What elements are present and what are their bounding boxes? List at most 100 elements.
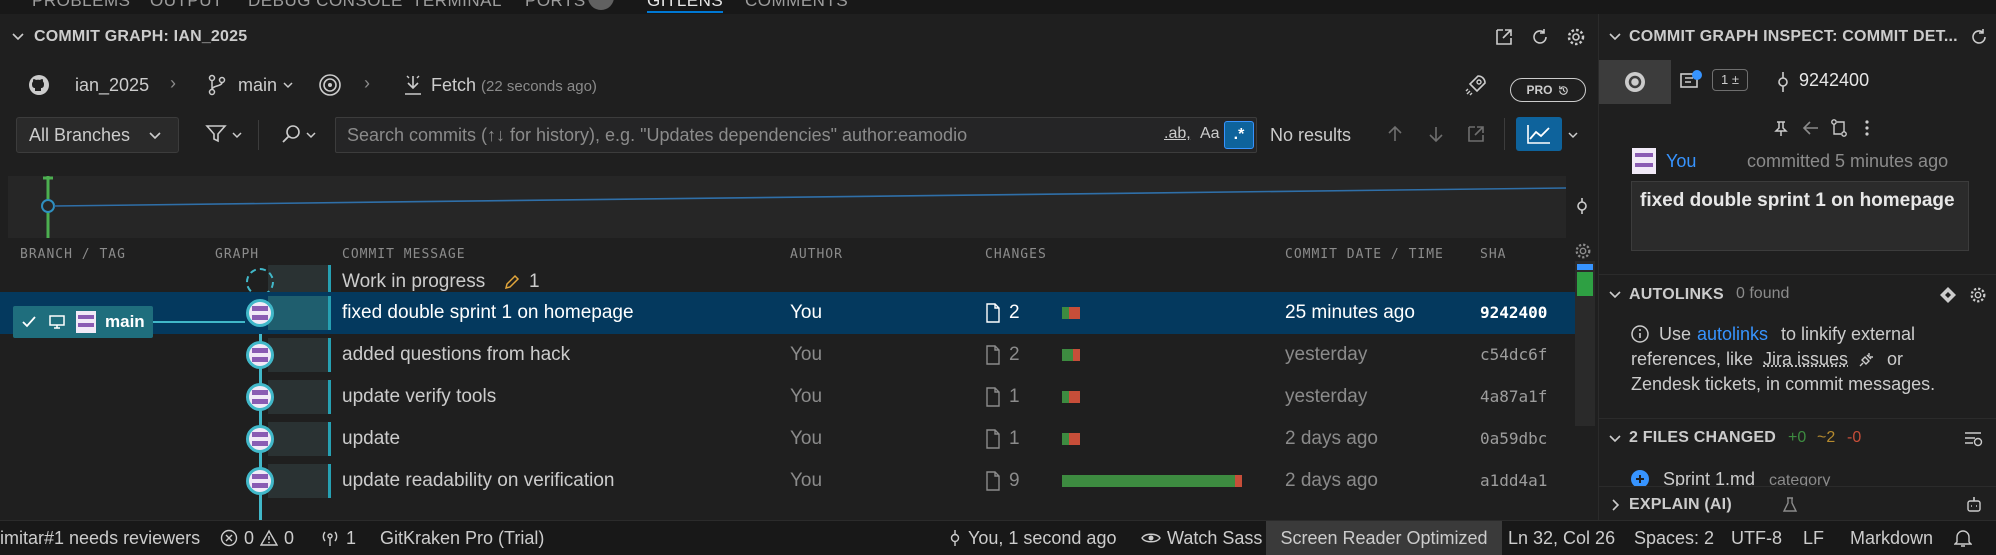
autolinks-link[interactable]: autolinks [1697, 324, 1768, 345]
jira-issues-link[interactable]: Jira issues [1763, 349, 1848, 370]
graph-minimap[interactable] [8, 176, 1566, 238]
status-gitkraken[interactable]: GitKraken Pro (Trial) [380, 521, 544, 555]
autolinks-text-4: or [1887, 349, 1903, 370]
fetch-icon[interactable] [400, 71, 426, 99]
column-changes[interactable]: CHANGES [985, 247, 1047, 262]
status-indentation[interactable]: Spaces: 2 [1634, 521, 1714, 555]
commit-icon[interactable] [1570, 194, 1594, 218]
chevron-right-icon[interactable] [1605, 495, 1625, 515]
status-screen-reader[interactable]: Screen Reader Optimized [1266, 521, 1502, 555]
chevron-down-icon[interactable] [1566, 128, 1580, 142]
commit-changes: 2 [985, 292, 1020, 334]
chevron-down-icon[interactable] [304, 128, 318, 142]
match-whole-word-toggle[interactable]: .ab, [1164, 125, 1191, 143]
breadcrumb-separator: › [364, 73, 370, 94]
chevron-down-icon[interactable] [1605, 284, 1625, 304]
file-count-badge: 1 ± [1712, 69, 1748, 91]
column-author[interactable]: AUTHOR [790, 247, 843, 262]
status-encoding[interactable]: UTF-8 [1731, 521, 1782, 555]
target-icon[interactable] [316, 71, 344, 99]
column-commit-date[interactable]: COMMIT DATE / TIME [1285, 247, 1444, 262]
match-case-toggle[interactable]: Aa [1200, 125, 1220, 143]
branch-tag-main[interactable]: main [13, 306, 153, 338]
deletions-bar [1069, 307, 1080, 319]
commit-search-input[interactable] [335, 117, 1257, 153]
search-results-count: No results [1270, 125, 1351, 146]
column-commit-message[interactable]: COMMIT MESSAGE [342, 247, 466, 262]
branch-filter-select[interactable]: All Branches [16, 117, 179, 153]
deletions-bar [1073, 349, 1080, 361]
column-sha[interactable]: SHA [1480, 247, 1506, 262]
author-name[interactable]: You [1666, 151, 1696, 172]
open-in-editor-icon[interactable] [1492, 25, 1516, 49]
tab-debug-console[interactable]: DEBUG CONSOLE [248, 0, 403, 11]
commit-sha: 0a59dbc [1480, 418, 1547, 460]
status-cursor-position[interactable]: Ln 32, Col 26 [1508, 521, 1615, 555]
tab-comments[interactable]: COMMENTS [745, 0, 848, 11]
status-watch-text: Watch Sass [1167, 521, 1262, 555]
commit-author: You [790, 460, 822, 502]
fetch-button[interactable]: Fetch [431, 75, 476, 96]
commit-row[interactable]: update verify tools You yesterday 4a87a1f 1 [0, 376, 1575, 418]
commit-row[interactable]: added questions from hack You yesterday c54… [0, 334, 1575, 376]
status-ports[interactable]: 1 [320, 521, 356, 555]
rocket-icon[interactable] [1462, 71, 1490, 99]
settings-gear-icon[interactable] [1564, 25, 1588, 49]
regex-toggle[interactable]: .* [1224, 121, 1254, 149]
tab-gitlens[interactable]: GITLENS [647, 0, 723, 13]
column-branch-tag[interactable]: BRANCH / TAG [20, 247, 126, 262]
commit-graph-panel: COMMIT GRAPH: IAN_2025 ian_2025 › main ›… [0, 14, 1598, 520]
chevron-down-icon [147, 127, 163, 143]
branch-name[interactable]: main [238, 75, 277, 96]
status-blame[interactable]: You, 1 second ago [948, 521, 1116, 555]
arrow-down-icon[interactable] [1424, 122, 1448, 146]
refresh-icon[interactable] [1528, 25, 1552, 49]
chevron-down-icon[interactable] [1605, 26, 1625, 46]
pin-icon[interactable] [1769, 116, 1793, 140]
chevron-down-icon[interactable] [8, 26, 28, 46]
tab-problems[interactable]: PROBLEMS [32, 0, 130, 11]
view-as-list-icon[interactable] [1961, 428, 1985, 450]
tab-terminal[interactable]: TERMINAL [412, 0, 502, 11]
refresh-icon[interactable] [1967, 25, 1991, 49]
commit-file-count: 2 [1009, 334, 1020, 376]
chevron-down-icon[interactable] [281, 78, 295, 92]
diamond-icon[interactable] [1937, 284, 1959, 306]
repo-name[interactable]: ian_2025 [75, 75, 149, 96]
arrow-left-icon[interactable] [1799, 116, 1823, 140]
column-settings-gear-icon[interactable] [1572, 240, 1594, 262]
tab-ports[interactable]: PORTS [525, 0, 586, 11]
column-graph[interactable]: GRAPH [215, 247, 259, 262]
commit-row[interactable]: update You 2 days ago 0a59dbc 1 [0, 418, 1575, 460]
link-plug-icon[interactable] [1855, 349, 1877, 371]
status-notifications[interactable] [1954, 521, 1972, 555]
pro-badge[interactable]: PRO [1510, 78, 1586, 102]
open-in-view-icon[interactable] [1464, 122, 1488, 146]
status-watch-sass[interactable]: Watch Sass [1141, 521, 1262, 555]
status-eol[interactable]: LF [1803, 521, 1824, 555]
ai-sparkle-icon[interactable] [1963, 494, 1985, 516]
status-language[interactable]: Markdown [1850, 521, 1933, 555]
working-changes-icon[interactable] [1677, 66, 1705, 96]
deletions-bar [1235, 475, 1242, 487]
filter-icon[interactable] [203, 121, 229, 147]
breadcrumb-separator: › [170, 73, 176, 94]
status-problems[interactable]: 0 0 [220, 521, 294, 555]
commit-changes: 9 [985, 460, 1020, 502]
commit-row[interactable]: fixed double sprint 1 on homepage You 25 m… [0, 292, 1575, 334]
chevron-down-icon[interactable] [1605, 428, 1625, 448]
commit-sha[interactable]: 9242400 [1799, 70, 1869, 91]
more-actions-icon[interactable] [1855, 116, 1879, 140]
branch-connector [153, 321, 245, 323]
settings-gear-icon[interactable] [1967, 284, 1989, 306]
tab-output[interactable]: OUTPUT [150, 0, 223, 11]
status-pr-text: imitar#1 needs reviewers [0, 521, 200, 555]
tab-commit-details[interactable] [1599, 60, 1671, 104]
chevron-down-icon[interactable] [230, 128, 244, 142]
arrow-up-icon[interactable] [1383, 122, 1407, 146]
autolinks-text-2: to linkify external [1781, 324, 1915, 345]
minimap-toggle-button[interactable] [1516, 117, 1562, 151]
commit-row[interactable]: update readability on verification You 2 d… [0, 460, 1575, 502]
compare-icon[interactable] [1827, 116, 1851, 140]
status-pr-reviewers[interactable]: imitar#1 needs reviewers [0, 521, 200, 555]
